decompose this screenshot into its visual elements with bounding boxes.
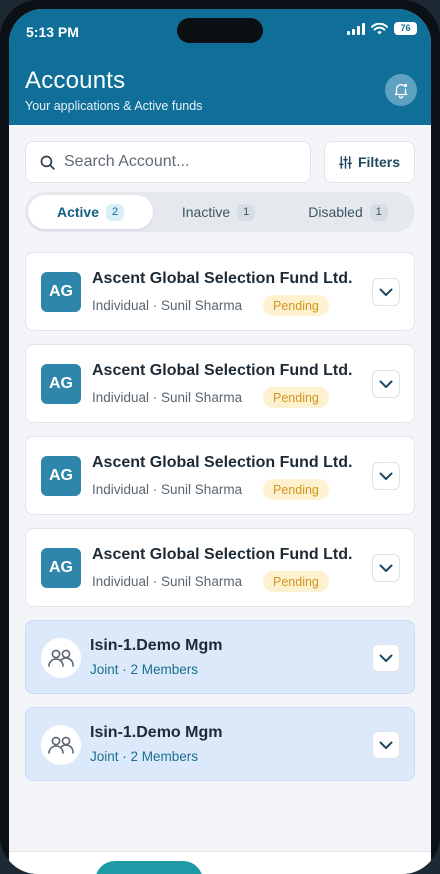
account-avatar: AG <box>41 272 81 312</box>
expand-button[interactable] <box>372 731 400 759</box>
account-name: Ascent Global Selection Fund Ltd. <box>92 362 353 379</box>
account-meta: Individual · Sunil Sharma <box>92 574 243 589</box>
chevron-down-icon <box>379 564 393 572</box>
battery-icon: 76 <box>394 22 417 35</box>
search-box[interactable] <box>25 141 311 183</box>
tab-count: 1 <box>369 203 388 221</box>
expand-button[interactable] <box>372 278 400 306</box>
account-avatar: AG <box>41 548 81 588</box>
app-screen: 5:13 PM 76 Accounts Your applications & … <box>9 9 431 874</box>
dynamic-island <box>177 18 263 43</box>
tab-label: Inactive <box>181 204 231 220</box>
status-badge: Pending <box>263 571 329 592</box>
account-meta: Joint · 2 Members <box>90 662 199 677</box>
account-name: Isin-1.Demo Mgm <box>90 724 223 741</box>
tab-label: Active <box>56 204 100 220</box>
status-badge: Pending <box>263 479 329 500</box>
chevron-down-icon <box>379 472 393 480</box>
status-icons: 76 <box>347 22 417 35</box>
account-meta: Individual · Sunil Sharma <box>92 482 243 497</box>
signal-icon <box>347 22 365 35</box>
account-card[interactable]: AG Ascent Global Selection Fund Ltd. Ind… <box>25 436 415 515</box>
account-name: Ascent Global Selection Fund Ltd. <box>92 454 353 471</box>
users-icon <box>48 649 74 667</box>
search-input[interactable] <box>64 153 294 171</box>
account-avatar: AG <box>41 456 81 496</box>
status-tabs: Active 2 Inactive 1 Disabled 1 <box>25 192 415 232</box>
account-meta: Joint · 2 Members <box>90 749 199 764</box>
tab-count: 2 <box>106 203 125 221</box>
status-badge: Pending <box>263 387 329 408</box>
account-avatar: AG <box>41 364 81 404</box>
chevron-down-icon <box>379 380 393 388</box>
expand-button[interactable] <box>372 462 400 490</box>
account-name: Ascent Global Selection Fund Ltd. <box>92 270 353 287</box>
expand-button[interactable] <box>372 644 400 672</box>
page-title: Accounts <box>25 67 126 94</box>
notification-button[interactable] <box>385 74 417 106</box>
users-icon <box>48 736 74 754</box>
page-subtitle: Your applications & Active funds <box>25 99 203 113</box>
bottom-nav-bar <box>9 851 431 874</box>
sliders-icon <box>338 155 352 169</box>
account-meta: Individual · Sunil Sharma <box>92 298 243 313</box>
status-badge: Pending <box>263 295 329 316</box>
account-meta: Individual · Sunil Sharma <box>92 390 243 405</box>
tab-active[interactable]: Active 2 <box>28 195 153 229</box>
bell-icon <box>394 83 408 99</box>
expand-button[interactable] <box>372 370 400 398</box>
account-card[interactable]: AG Ascent Global Selection Fund Ltd. Ind… <box>25 344 415 423</box>
joint-account-card[interactable]: Isin-1.Demo Mgm Joint · 2 Members <box>25 707 415 781</box>
tab-disabled[interactable]: Disabled 1 <box>284 195 412 229</box>
chevron-down-icon <box>379 741 393 749</box>
filters-button[interactable]: Filters <box>324 141 415 183</box>
tab-count: 1 <box>237 203 256 221</box>
bottom-action-button[interactable] <box>95 861 203 874</box>
account-name: Ascent Global Selection Fund Ltd. <box>92 546 353 563</box>
search-icon <box>40 155 55 170</box>
account-card[interactable]: AG Ascent Global Selection Fund Ltd. Ind… <box>25 252 415 331</box>
account-card[interactable]: AG Ascent Global Selection Fund Ltd. Ind… <box>25 528 415 607</box>
status-time: 5:13 PM <box>26 24 79 40</box>
app-header: 5:13 PM 76 Accounts Your applications & … <box>9 9 431 125</box>
filters-label: Filters <box>357 154 400 170</box>
chevron-down-icon <box>379 288 393 296</box>
account-name: Isin-1.Demo Mgm <box>90 637 223 654</box>
users-avatar <box>41 638 81 678</box>
expand-button[interactable] <box>372 554 400 582</box>
status-bar: 5:13 PM 76 <box>9 9 431 55</box>
joint-account-card[interactable]: Isin-1.Demo Mgm Joint · 2 Members <box>25 620 415 694</box>
tab-inactive[interactable]: Inactive 1 <box>156 195 281 229</box>
phone-frame: 5:13 PM 76 Accounts Your applications & … <box>0 0 440 874</box>
users-avatar <box>41 725 81 765</box>
tab-label: Disabled <box>308 204 363 220</box>
wifi-icon <box>371 22 388 34</box>
chevron-down-icon <box>379 654 393 662</box>
